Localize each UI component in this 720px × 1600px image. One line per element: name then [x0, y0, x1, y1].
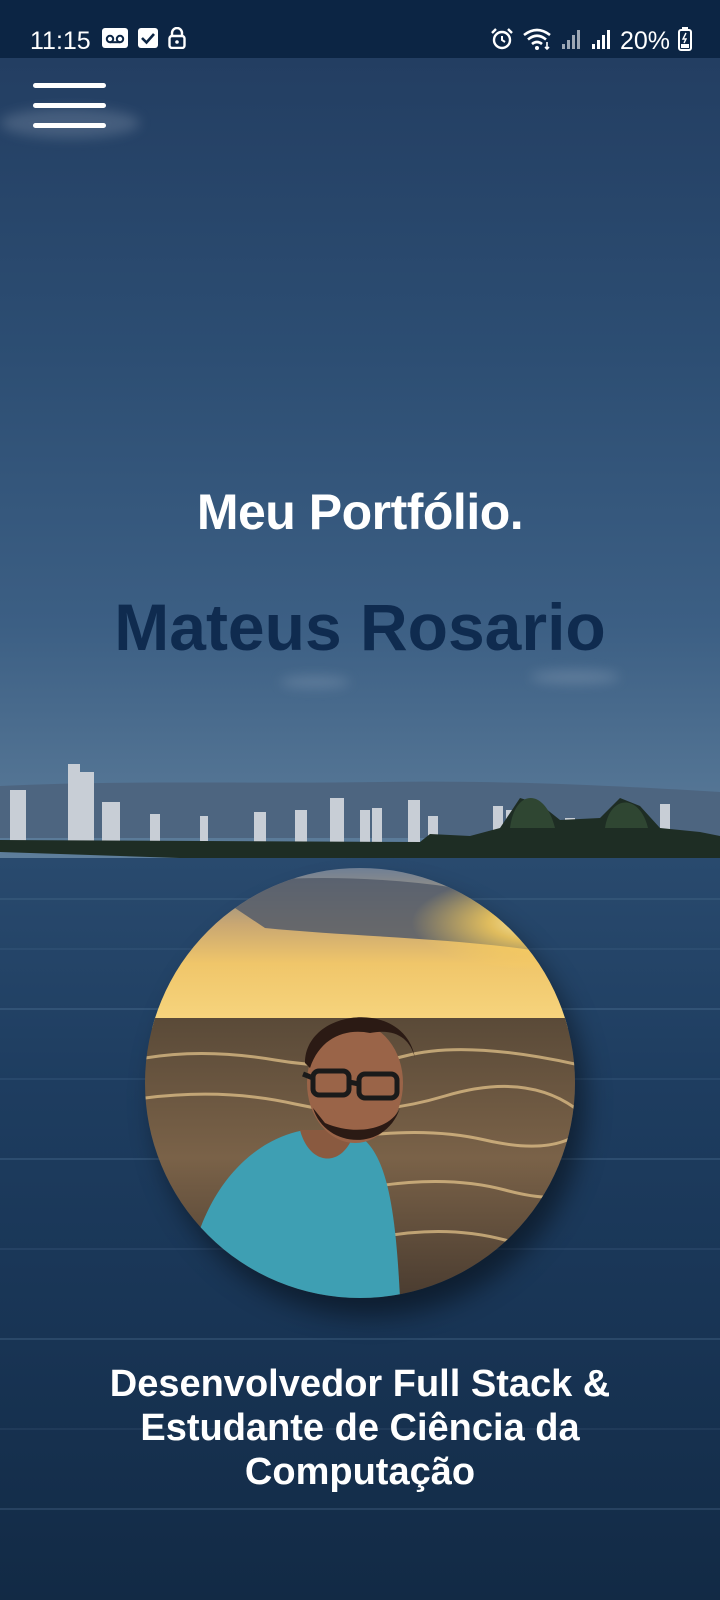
battery-percentage: 20% — [619, 27, 670, 55]
alarm-icon — [490, 27, 514, 55]
lock-icon — [168, 26, 186, 53]
hero-name: Mateus Rosario — [114, 590, 606, 664]
voicemail-icon — [102, 28, 128, 52]
status-bar: 11:15 20% — [0, 0, 720, 58]
hero-title: Meu Portfólio. — [196, 484, 524, 540]
status-left-icons — [102, 26, 186, 53]
status-time: 11:15 — [30, 27, 91, 55]
cloud — [280, 676, 350, 688]
wifi-icon — [522, 27, 552, 55]
cloud — [530, 670, 620, 684]
profile-photo — [145, 868, 575, 1298]
signal-icon — [590, 28, 612, 54]
status-right-icons: 20% — [490, 26, 692, 56]
sky — [0, 58, 720, 868]
portfolio-screen: 11:15 20% Meu Portfólio. Mateus Rosario … — [0, 0, 720, 1600]
checkbox-icon — [138, 28, 158, 52]
battery-icon — [678, 27, 692, 55]
hero-subtitle: Desenvolvedor Full Stack & Estudante de … — [109, 1363, 611, 1493]
hamburger-menu-icon[interactable] — [33, 83, 106, 133]
signal-icon — [560, 28, 582, 54]
